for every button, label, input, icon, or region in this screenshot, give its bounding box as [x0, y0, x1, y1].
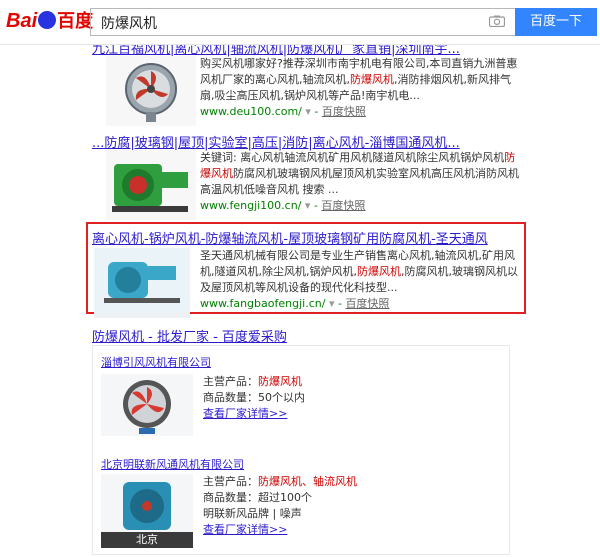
search-result-highlighted: 离心风机-锅炉风机-防爆轴流风机-屋顶玻璃钢矿用防腐风机-圣天通风 圣天通风机械… [92, 228, 532, 318]
search-button[interactable]: 百度一下 [515, 8, 597, 36]
baidu-logo[interactable]: Bai 百度 [6, 8, 93, 34]
result-snippet: 关键词: 离心风机轴流风机矿用风机隧道风机除尘风机锅炉风机防爆风机防腐风机玻璃钢… [200, 151, 519, 212]
result-url-line: www.fengji100.cn/ ▾ - 百度快照 [200, 199, 366, 212]
dropdown-arrow-icon[interactable]: ▾ [329, 297, 335, 310]
paw-icon [38, 11, 57, 29]
shop-detail-link[interactable]: 查看厂家详情>> [203, 523, 287, 536]
search-input[interactable] [99, 10, 473, 36]
result-snippet: 圣天通风机械有限公司是专业生产销售离心风机,轴流风机,矿用风机,隧道风机,除尘风… [200, 249, 518, 310]
dropdown-arrow-icon[interactable]: ▾ [305, 105, 311, 118]
shop-detail-link[interactable]: 查看厂家详情>> [203, 407, 287, 420]
dropdown-arrow-icon[interactable]: ▾ [305, 199, 311, 212]
camera-icon[interactable] [489, 15, 505, 27]
result-thumbnail[interactable] [106, 56, 196, 126]
shop-name[interactable]: 淄博引风风机有限公司 [101, 354, 211, 370]
result-snippet: 购买风机哪家好?推荐深圳市南宇机电有限公司,本司直销九洲普惠风机厂家的离心风机,… [200, 56, 520, 120]
shop-image[interactable] [101, 374, 193, 436]
image-caption: 北京 [136, 533, 158, 546]
shop-image[interactable]: 北京 [101, 474, 193, 548]
result-thumbnail[interactable] [94, 248, 190, 318]
shop-name[interactable]: 北京明联新风通风机有限公司 [101, 456, 244, 472]
result-title[interactable]: ...防腐|玻璃钢|屋顶|实验室|高压|消防|离心风机-淄博国通风机... [92, 132, 532, 151]
shop-info: 主营产品：防爆风机、轴流风机 商品数量：超过100个 明联新风品牌 | 噪声 查… [203, 475, 357, 536]
aicai-title[interactable]: 防爆风机 - 批发厂家 - 百度爱采购 [92, 326, 287, 345]
result-thumbnail[interactable] [106, 150, 196, 220]
search-result: ...防腐|玻璃钢|屋顶|实验室|高压|消防|离心风机-淄博国通风机... 关键… [92, 132, 532, 220]
search-header: Bai百度 百度一下 [0, 0, 600, 45]
aicai-card: 淄博引风风机有限公司 主营产品：防爆风机 商品数量：50个以内 查看厂家详情>>… [92, 345, 510, 555]
shop-info: 主营产品：防爆风机 商品数量：50个以内 查看厂家详情>> [203, 375, 305, 420]
result-url-line: www.deu100.com/ ▾ - 百度快照 [200, 105, 366, 118]
result-title[interactable]: 离心风机-锅炉风机-防爆轴流风机-屋顶玻璃钢矿用防腐风机-圣天通风 [92, 228, 532, 247]
search-box [90, 8, 515, 36]
result-url-line: www.fangbaofengji.cn/ ▾ - 百度快照 [200, 297, 390, 310]
